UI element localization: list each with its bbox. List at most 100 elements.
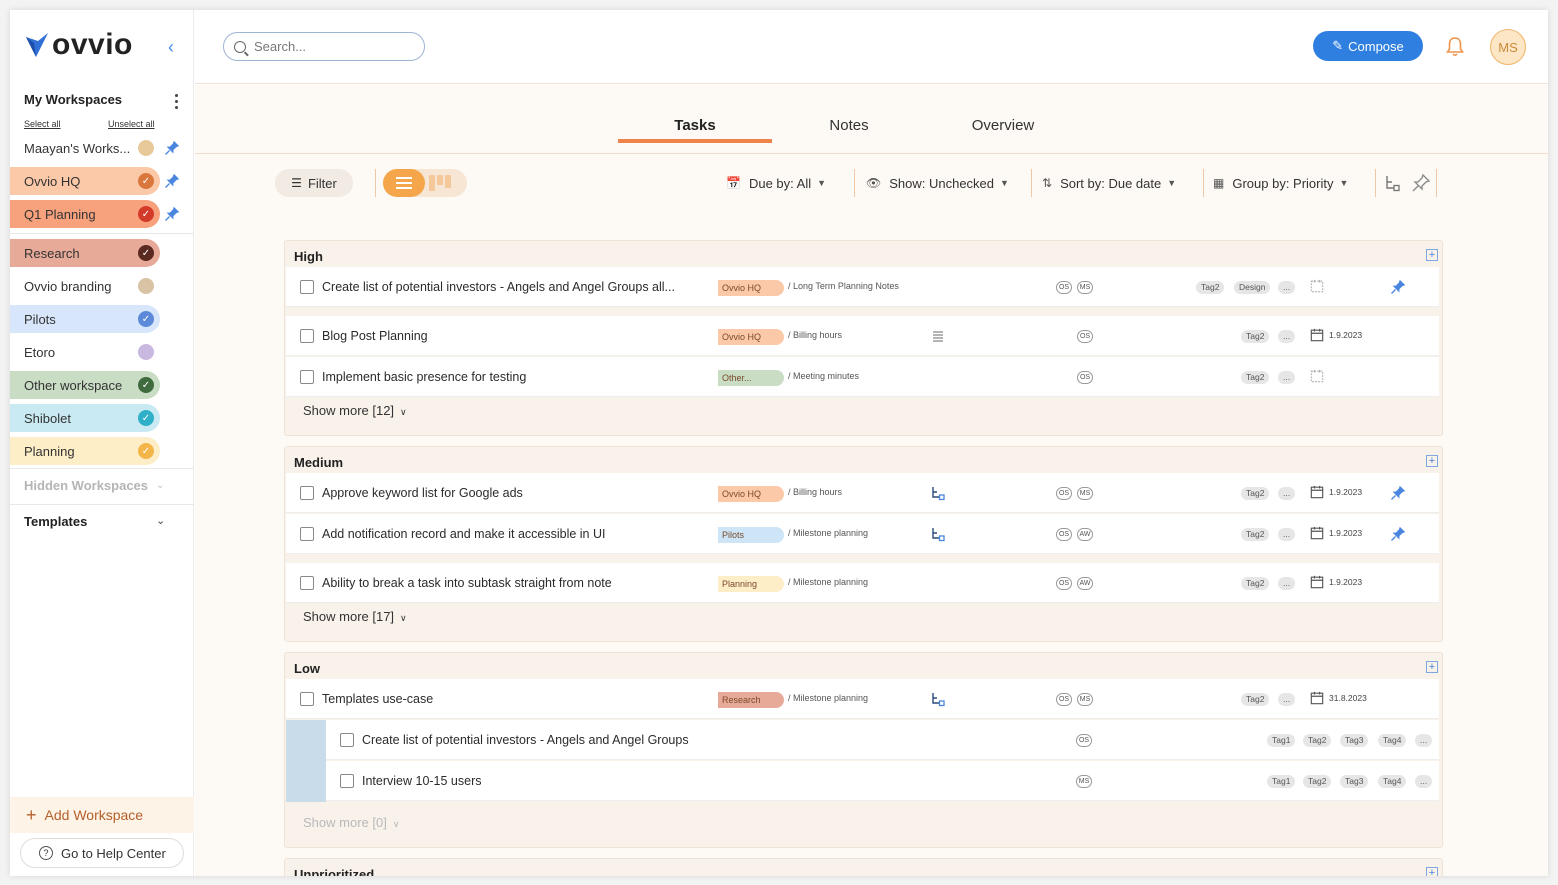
tag-chip[interactable]: Tag2: [1241, 693, 1270, 706]
color-dot-icon[interactable]: [138, 344, 154, 360]
tag-chip[interactable]: Tag2: [1241, 371, 1270, 384]
color-dot-icon[interactable]: [138, 140, 154, 156]
task-checkbox[interactable]: [300, 576, 314, 590]
subtasks-icon[interactable]: [930, 526, 946, 542]
task-checkbox[interactable]: [300, 486, 314, 500]
tag-chip[interactable]: Tag1: [1267, 775, 1296, 788]
logo[interactable]: ovvio: [24, 30, 133, 60]
tag-chip[interactable]: ...: [1278, 330, 1296, 343]
pin-icon[interactable]: [1411, 173, 1431, 193]
pin-icon[interactable]: [1390, 279, 1406, 295]
workspace-tag[interactable]: Research: [718, 692, 784, 708]
workspace-toggle[interactable]: Ovvio HQ ✓: [10, 167, 160, 195]
workspace-toggle[interactable]: Ovvio branding: [10, 272, 160, 300]
tag-chip[interactable]: Tag4: [1378, 734, 1407, 747]
pin-icon[interactable]: [1390, 485, 1406, 501]
workspace-toggle[interactable]: Pilots ✓: [10, 305, 160, 333]
note-link[interactable]: / Milestone planning: [788, 577, 868, 587]
hidden-workspaces-toggle[interactable]: Hidden Workspaces: [24, 478, 148, 493]
workspace-toggle[interactable]: Planning ✓: [10, 437, 160, 465]
workspace-tag[interactable]: Ovvio HQ: [718, 280, 784, 296]
workspace-tag[interactable]: Other...: [718, 370, 784, 386]
workspace-tag[interactable]: Ovvio HQ: [718, 329, 784, 345]
note-link[interactable]: / Long Term Planning Notes: [788, 281, 899, 291]
help-center-button[interactable]: ? Go to Help Center: [20, 838, 184, 868]
tag-chip[interactable]: Tag2: [1196, 281, 1225, 294]
subtasks-icon[interactable]: [1383, 173, 1403, 193]
select-all-link[interactable]: Select all: [24, 119, 61, 129]
workspace-toggle[interactable]: Research ✓: [10, 239, 160, 267]
tag-chip[interactable]: Tag2: [1303, 775, 1332, 788]
check-icon[interactable]: ✓: [138, 311, 154, 327]
assignee-avatar[interactable]: AW: [1077, 528, 1093, 541]
assignee-avatar[interactable]: MS: [1077, 487, 1093, 500]
tag-chip[interactable]: Tag4: [1378, 775, 1407, 788]
subtasks-icon[interactable]: [930, 485, 946, 501]
search-input[interactable]: [254, 39, 404, 54]
show-more-button[interactable]: Show more [12] ∨: [303, 403, 407, 418]
show-more-button[interactable]: Show more [17] ∨: [303, 609, 407, 624]
collapse-sidebar-icon[interactable]: ‹: [168, 38, 182, 56]
pin-icon[interactable]: [164, 140, 180, 156]
note-link[interactable]: / Meeting minutes: [788, 371, 859, 381]
task-title[interactable]: Interview 10-15 users: [362, 774, 482, 788]
task-checkbox[interactable]: [300, 370, 314, 384]
assignee-avatar[interactable]: MS: [1076, 775, 1092, 788]
filter-button[interactable]: ☰ Filter: [275, 169, 353, 197]
task-title[interactable]: Implement basic presence for testing: [322, 370, 526, 384]
note-link[interactable]: / Billing hours: [788, 330, 842, 340]
tab-overview[interactable]: Overview: [926, 115, 1080, 143]
due-date[interactable]: 31.8.2023: [1329, 693, 1367, 703]
tag-chip[interactable]: Tag2: [1303, 734, 1332, 747]
workspace-toggle[interactable]: Etoro: [10, 338, 160, 366]
workspace-toggle[interactable]: Maayan's Works...: [10, 134, 160, 162]
assignee-avatar[interactable]: AW: [1077, 577, 1093, 590]
calendar-icon[interactable]: [1310, 279, 1324, 293]
show-more-button[interactable]: Show more [0] ∨: [303, 815, 399, 830]
calendar-icon[interactable]: [1310, 485, 1324, 499]
calendar-icon[interactable]: [1310, 369, 1324, 383]
tag-chip[interactable]: Tag2: [1241, 577, 1270, 590]
task-checkbox[interactable]: [340, 774, 354, 788]
bell-icon[interactable]: [1445, 36, 1465, 58]
task-checkbox[interactable]: [300, 329, 314, 343]
note-link[interactable]: / Milestone planning: [788, 693, 868, 703]
show-dropdown[interactable]: 👁 Show: Unchecked ▼: [866, 171, 1009, 195]
task-title[interactable]: Templates use-case: [322, 692, 433, 706]
due-date[interactable]: 1.9.2023: [1329, 577, 1362, 587]
task-checkbox[interactable]: [300, 692, 314, 706]
check-icon[interactable]: ✓: [138, 377, 154, 393]
tag-chip[interactable]: Design: [1234, 281, 1271, 294]
tag-chip[interactable]: ...: [1278, 693, 1296, 706]
pin-icon[interactable]: [1390, 526, 1406, 542]
calendar-icon[interactable]: [1310, 691, 1324, 705]
assignee-avatar[interactable]: OS: [1056, 281, 1072, 294]
check-icon[interactable]: ✓: [138, 206, 154, 222]
due-by-dropdown[interactable]: 📅 Due by: All ▼: [726, 171, 826, 195]
chevron-down-icon[interactable]: ⌄: [156, 514, 165, 527]
add-workspace-button[interactable]: + Add Workspace: [10, 797, 194, 833]
add-task-icon[interactable]: +: [1426, 249, 1438, 261]
tab-tasks[interactable]: Tasks: [618, 115, 772, 143]
assignee-avatar[interactable]: OS: [1056, 693, 1072, 706]
assignee-avatar[interactable]: OS: [1056, 577, 1072, 590]
tag-chip[interactable]: ...: [1415, 775, 1433, 788]
search-box[interactable]: [223, 32, 425, 61]
workspaces-menu-icon[interactable]: [172, 92, 180, 110]
assignee-avatar[interactable]: OS: [1077, 371, 1093, 384]
note-link[interactable]: / Billing hours: [788, 487, 842, 497]
add-task-icon[interactable]: +: [1426, 455, 1438, 467]
tag-chip[interactable]: Tag3: [1340, 775, 1369, 788]
task-title[interactable]: Blog Post Planning: [322, 329, 428, 343]
workspace-toggle[interactable]: Shibolet ✓: [10, 404, 160, 432]
assignee-avatar[interactable]: OS: [1077, 330, 1093, 343]
check-icon[interactable]: ✓: [138, 410, 154, 426]
note-lines-icon[interactable]: [930, 328, 946, 344]
user-avatar[interactable]: MS: [1490, 29, 1526, 65]
tag-chip[interactable]: ...: [1278, 487, 1296, 500]
tag-chip[interactable]: Tag2: [1241, 487, 1270, 500]
task-checkbox[interactable]: [300, 527, 314, 541]
calendar-icon[interactable]: [1310, 526, 1324, 540]
assignee-avatar[interactable]: MS: [1077, 693, 1093, 706]
tag-chip[interactable]: Tag2: [1241, 528, 1270, 541]
